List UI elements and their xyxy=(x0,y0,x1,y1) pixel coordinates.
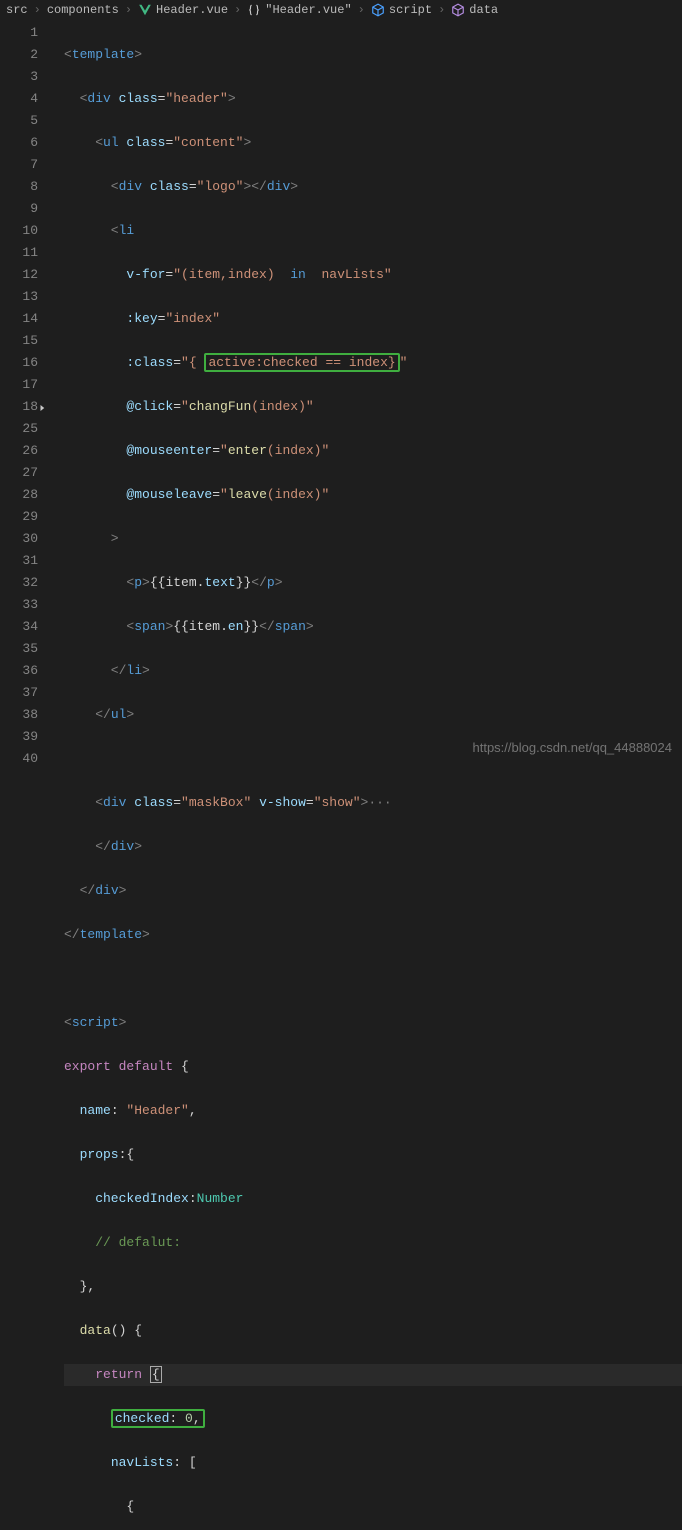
line-number-gutter: 1 2 3 4 5 6 7 8 9 10 11 12 13 14 15 16 1… xyxy=(0,20,50,765)
line-number: 39 xyxy=(0,726,38,748)
line-number: 10 xyxy=(0,220,38,242)
line-number: 3 xyxy=(0,66,38,88)
line-number: 29 xyxy=(0,506,38,528)
line-number: 38 xyxy=(0,704,38,726)
breadcrumb-item[interactable]: script xyxy=(389,3,432,17)
chevron-right-icon: › xyxy=(123,3,134,17)
line-number: 40 xyxy=(0,748,38,770)
line-number: 27 xyxy=(0,462,38,484)
highlight-box: checked: 0, xyxy=(111,1409,205,1428)
chevron-right-icon: › xyxy=(232,3,243,17)
line-number: 1 xyxy=(0,22,38,44)
line-number: 4 xyxy=(0,88,38,110)
line-number: 36 xyxy=(0,660,38,682)
cursor: { xyxy=(150,1366,162,1383)
line-number: 7 xyxy=(0,154,38,176)
line-number: 15 xyxy=(0,330,38,352)
breadcrumb-item[interactable]: data xyxy=(469,3,498,17)
line-number: 33 xyxy=(0,594,38,616)
line-number: 32 xyxy=(0,572,38,594)
line-number: 34 xyxy=(0,616,38,638)
line-number: 31 xyxy=(0,550,38,572)
breadcrumb-item[interactable]: src xyxy=(6,3,28,17)
line-number: 25 xyxy=(0,418,38,440)
chevron-right-icon: › xyxy=(356,3,367,17)
braces-icon xyxy=(247,3,261,17)
breadcrumb: src › components › Header.vue › "Header.… xyxy=(0,0,682,20)
vue-icon xyxy=(138,3,152,17)
line-number: 2 xyxy=(0,44,38,66)
watermark: https://blog.csdn.net/qq_44888024 xyxy=(473,740,673,755)
line-number: 9 xyxy=(0,198,38,220)
line-number: 12 xyxy=(0,264,38,286)
line-number: 5 xyxy=(0,110,38,132)
code-area[interactable]: <template> <div class="header"> <ul clas… xyxy=(50,20,682,765)
chevron-right-icon: › xyxy=(436,3,447,17)
breadcrumb-item[interactable]: Header.vue xyxy=(156,3,228,17)
line-number: 16 xyxy=(0,352,38,374)
breadcrumb-item[interactable]: "Header.vue" xyxy=(265,3,351,17)
line-number: 8 xyxy=(0,176,38,198)
line-number: 11 xyxy=(0,242,38,264)
breadcrumb-item[interactable]: components xyxy=(47,3,119,17)
highlight-box: active:checked == index} xyxy=(204,353,399,372)
line-number: 17 xyxy=(0,374,38,396)
code-editor[interactable]: 1 2 3 4 5 6 7 8 9 10 11 12 13 14 15 16 1… xyxy=(0,20,682,765)
cube-icon xyxy=(371,3,385,17)
line-number: 35 xyxy=(0,638,38,660)
line-number: 6 xyxy=(0,132,38,154)
line-number: 14 xyxy=(0,308,38,330)
line-number: 26 xyxy=(0,440,38,462)
line-number: 30 xyxy=(0,528,38,550)
line-number: 28 xyxy=(0,484,38,506)
line-number: 37 xyxy=(0,682,38,704)
chevron-right-icon: › xyxy=(32,3,43,17)
line-number: 18 xyxy=(0,396,38,418)
line-number: 13 xyxy=(0,286,38,308)
cube-icon xyxy=(451,3,465,17)
